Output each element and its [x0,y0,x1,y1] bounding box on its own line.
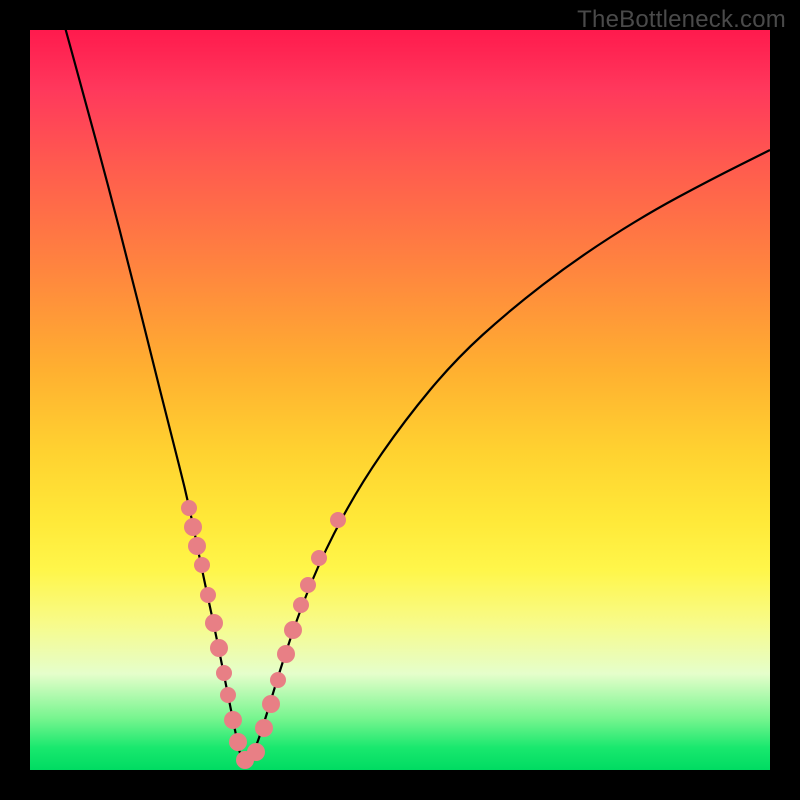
bead [188,537,206,555]
chart-frame: TheBottleneck.com [0,0,800,800]
bead [216,665,232,681]
bead [330,512,346,528]
beads-group [181,500,346,769]
bead [293,597,309,613]
watermark-text: TheBottleneck.com [577,6,786,34]
bead [284,621,302,639]
bead [247,743,265,761]
bead [205,614,223,632]
bead [262,695,280,713]
bead [181,500,197,516]
plot-area [30,30,770,770]
bead [194,557,210,573]
bead [200,587,216,603]
bead [277,645,295,663]
bottleneck-curve [63,20,770,762]
bead [311,550,327,566]
bead [270,672,286,688]
bead [220,687,236,703]
bead [255,719,273,737]
bead [210,639,228,657]
curve-svg [30,30,770,770]
bead [184,518,202,536]
bead [300,577,316,593]
bead [229,733,247,751]
bead [224,711,242,729]
